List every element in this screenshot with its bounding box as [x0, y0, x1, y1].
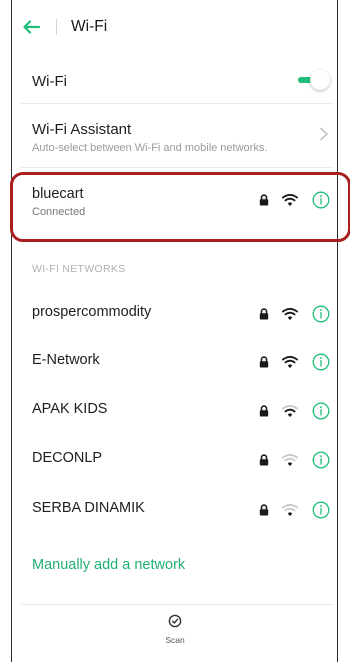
back-arrow-icon[interactable]	[20, 16, 42, 38]
divider	[20, 103, 334, 104]
network-icons	[259, 451, 330, 469]
wifi-assistant-row[interactable]: Wi-Fi Assistant Auto-select between Wi-F…	[32, 121, 334, 154]
info-icon[interactable]	[312, 305, 330, 323]
wifi-toggle-row[interactable]: Wi-Fi	[32, 73, 334, 90]
lock-icon	[259, 194, 269, 206]
chevron-right-icon	[318, 127, 330, 141]
scan-label: Scan	[165, 635, 185, 645]
connected-network-icons	[259, 191, 330, 209]
wifi-toggle-switch[interactable]	[296, 70, 330, 90]
wifi-signal-icon	[282, 308, 298, 320]
title-separator	[56, 19, 57, 35]
info-icon[interactable]	[312, 451, 330, 469]
network-icons	[259, 305, 330, 323]
info-icon[interactable]	[312, 501, 330, 519]
lock-icon	[259, 356, 269, 368]
scan-button[interactable]: Scan	[0, 614, 350, 645]
wifi-signal-icon	[282, 504, 298, 516]
toggle-knob	[310, 70, 330, 90]
lock-icon	[259, 405, 269, 417]
info-icon[interactable]	[312, 191, 330, 209]
top-app-bar: Wi-Fi	[20, 11, 107, 43]
divider	[20, 167, 334, 168]
wifi-signal-icon	[282, 405, 298, 417]
info-icon[interactable]	[312, 353, 330, 371]
wifi-signal-icon	[282, 356, 298, 368]
wifi-signal-icon	[282, 454, 298, 466]
section-header: WI-FI NETWORKS	[32, 263, 126, 275]
network-icons	[259, 353, 330, 371]
divider	[20, 604, 334, 605]
wifi-assistant-subtitle: Auto-select between Wi-Fi and mobile net…	[32, 142, 268, 154]
wifi-assistant-label: Wi-Fi Assistant	[32, 121, 132, 138]
lock-icon	[259, 454, 269, 466]
network-icons	[259, 501, 330, 519]
scan-icon	[168, 614, 182, 632]
lock-icon	[259, 308, 269, 320]
page-title: Wi-Fi	[71, 18, 108, 35]
info-icon[interactable]	[312, 402, 330, 420]
network-icons	[259, 402, 330, 420]
manually-add-network-link[interactable]: Manually add a network	[32, 557, 185, 573]
lock-icon	[259, 504, 269, 516]
wifi-toggle-label: Wi-Fi	[32, 73, 67, 90]
wifi-signal-icon	[282, 194, 298, 206]
